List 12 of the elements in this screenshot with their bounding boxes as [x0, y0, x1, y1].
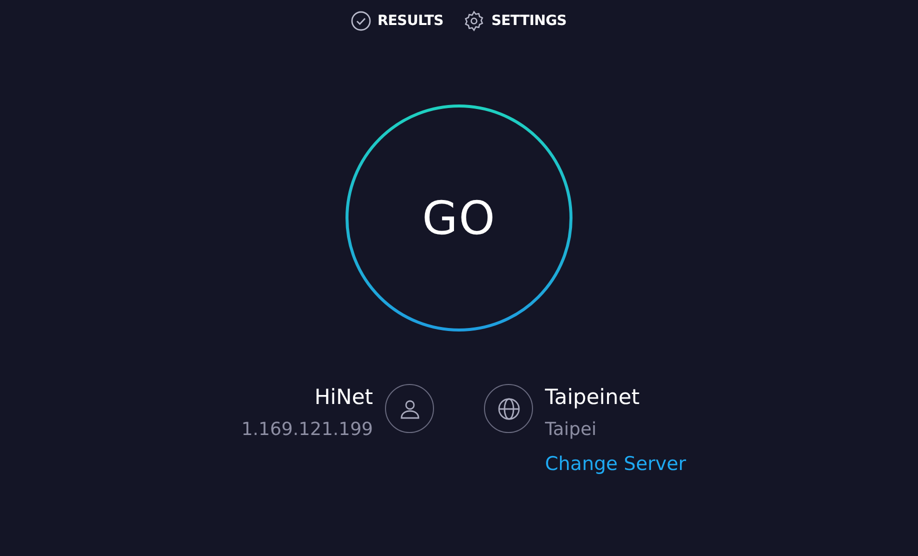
provider-name: HiNet — [314, 384, 373, 410]
nav-tab[interactable]: RESULTS — [351, 10, 444, 32]
nav-tab[interactable]: SETTINGS — [463, 10, 567, 32]
ip-address: 1.169.121.199 — [241, 418, 373, 442]
settings-icon — [463, 10, 486, 32]
go-button[interactable]: GO — [345, 104, 573, 332]
person-icon — [385, 384, 434, 433]
server-location: Taipei — [545, 418, 597, 442]
check-circle-icon — [351, 11, 372, 31]
globe-icon — [484, 384, 533, 433]
server-name: Taipeinet — [545, 384, 640, 410]
change-server-link[interactable]: Change Server — [545, 452, 686, 476]
